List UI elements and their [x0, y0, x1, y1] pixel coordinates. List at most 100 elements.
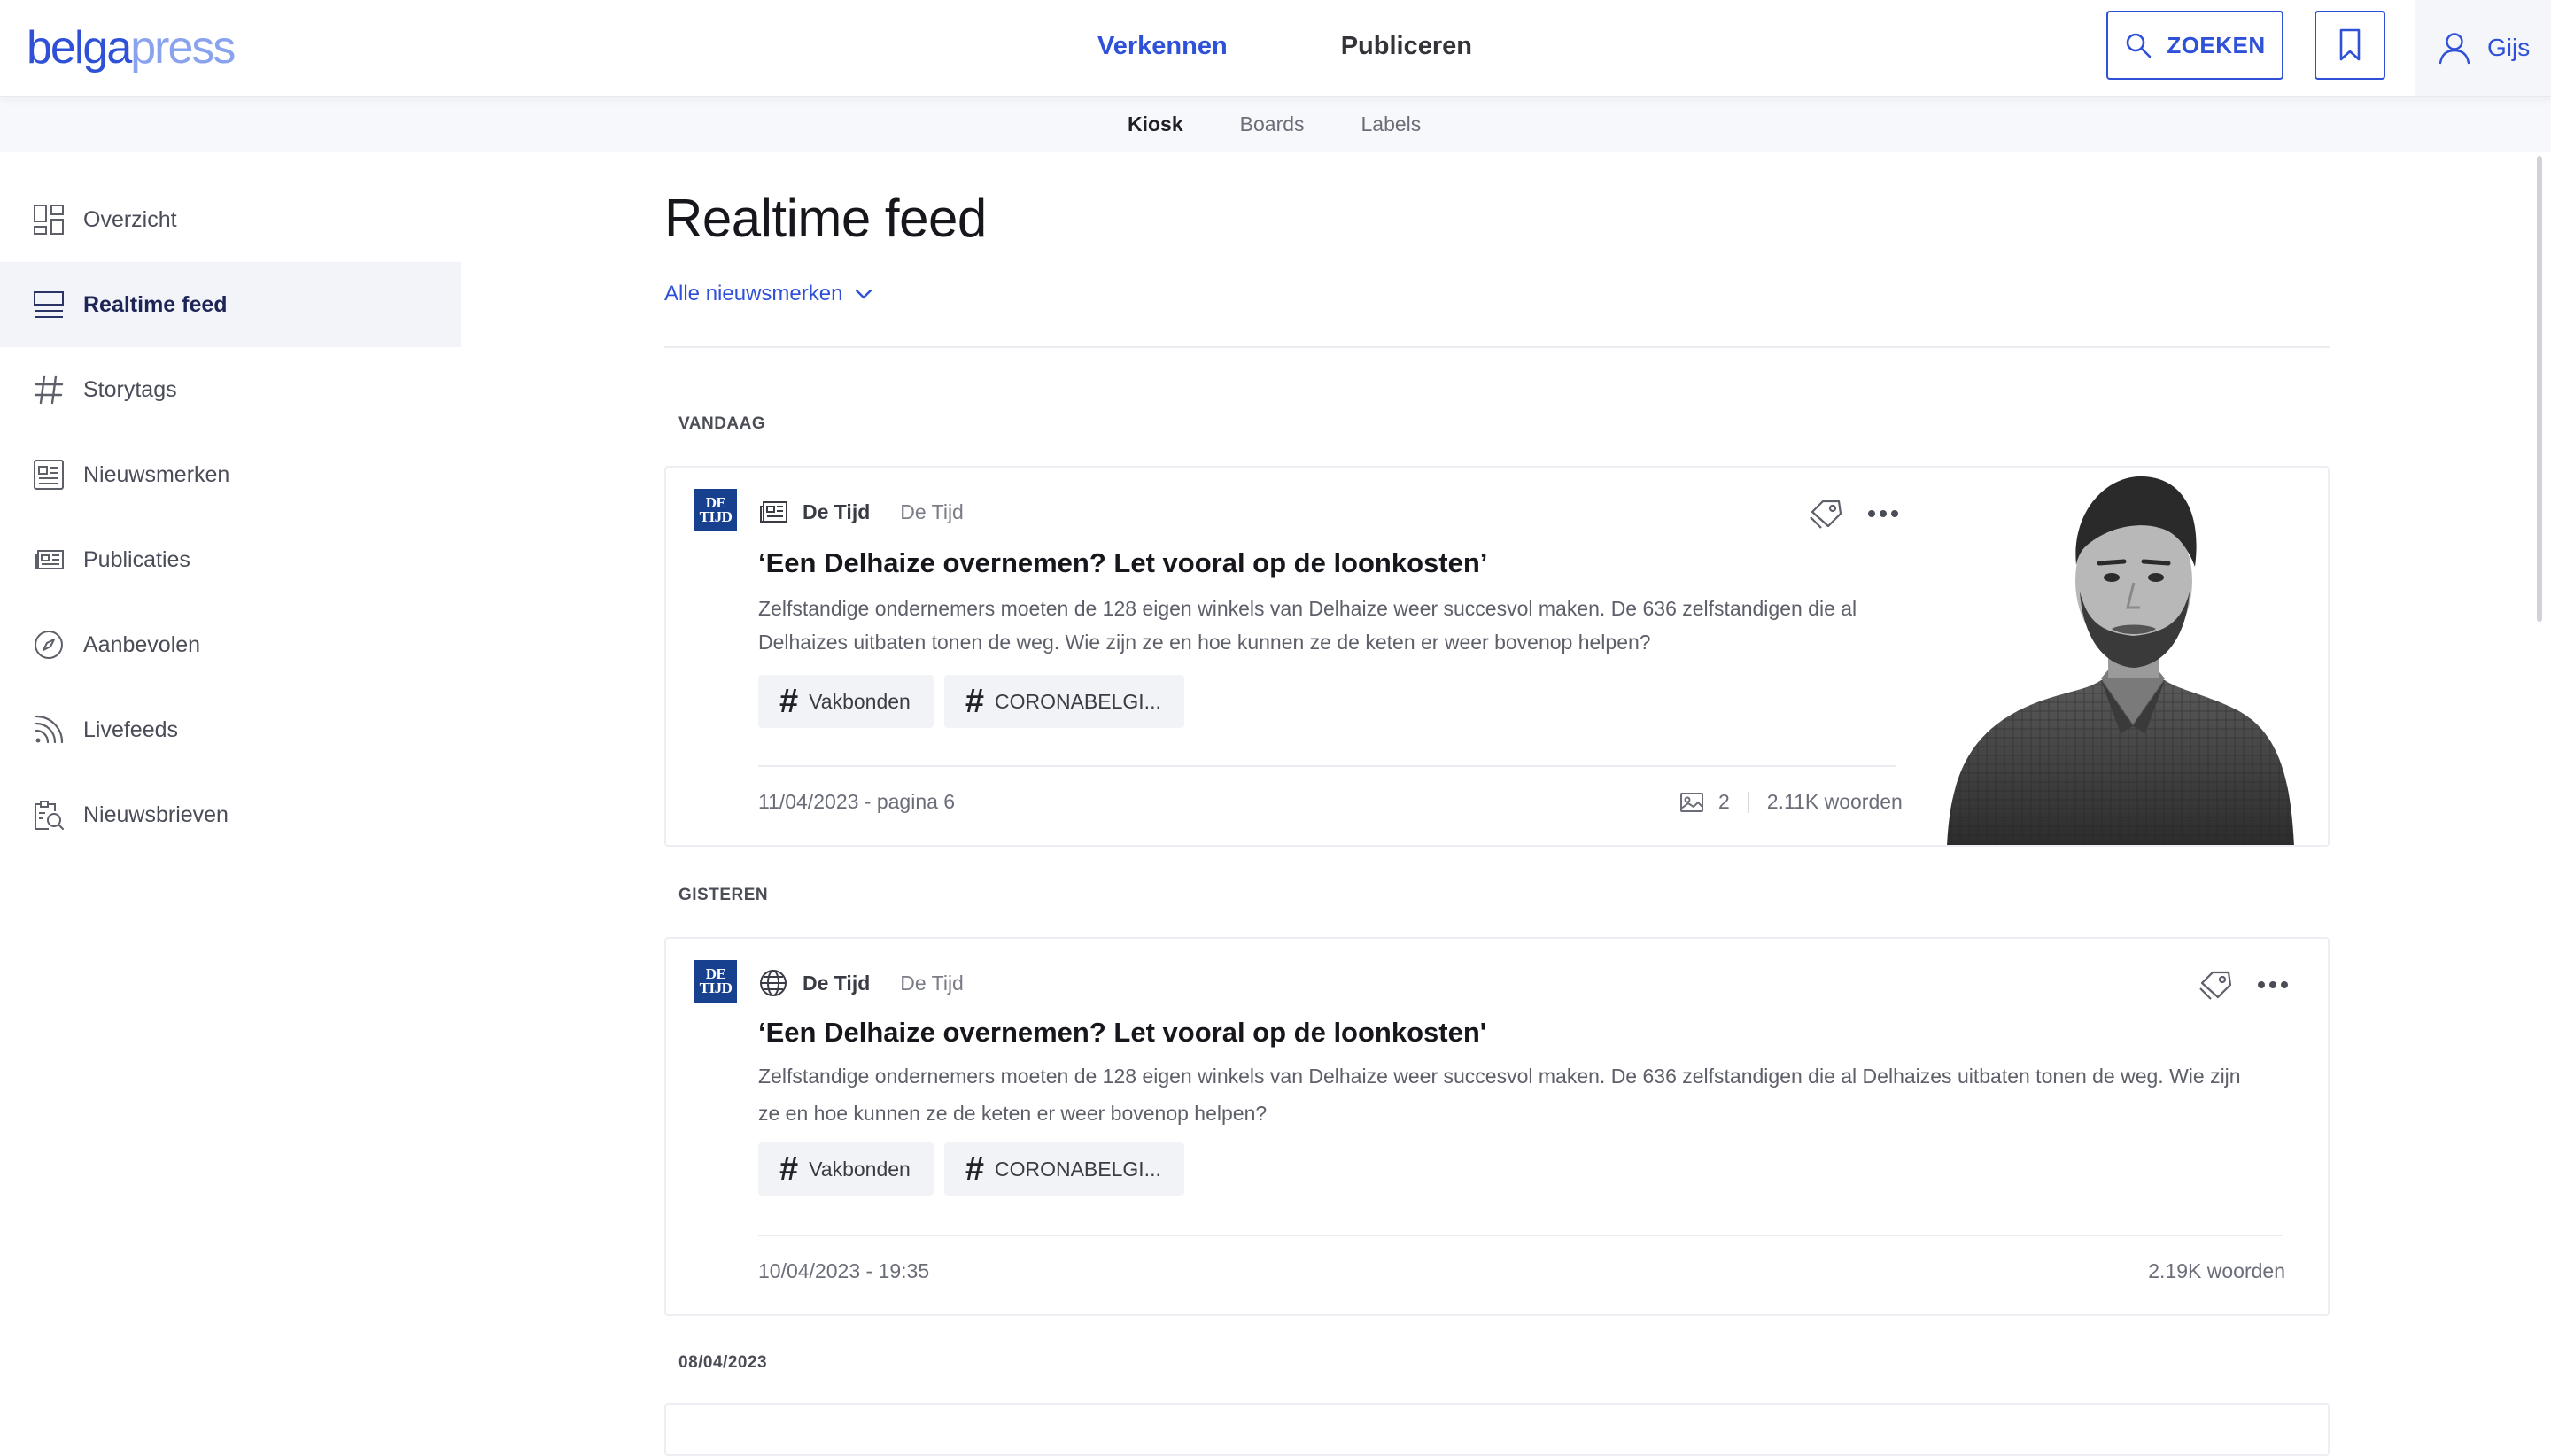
card-divider — [758, 765, 1896, 767]
publication-name[interactable]: De Tijd — [900, 500, 964, 524]
sidebar-item-publicaties[interactable]: Publicaties — [0, 517, 461, 602]
storytag-label: CORONABELGI... — [994, 689, 1161, 713]
logo-part-belga: belga — [27, 22, 132, 74]
storytag-list: # Vakbonden # CORONABELGI... — [758, 675, 1184, 728]
newspaper-icon — [758, 497, 788, 527]
article-date: 11/04/2023 - pagina 6 — [758, 790, 956, 813]
article-meta: De Tijd De Tijd — [758, 494, 964, 530]
header-divider — [664, 346, 2330, 348]
brand-name[interactable]: De Tijd — [803, 500, 870, 524]
hashtag-icon — [32, 373, 66, 407]
article-card[interactable]: DE TIJD De Tijd De Tijd ‘Een Delhaize ov… — [664, 937, 2330, 1316]
article-card[interactable] — [664, 1403, 2330, 1456]
description-line: Zelfstandige ondernemers moeten de 128 e… — [758, 597, 1857, 620]
storytag-chip[interactable]: # CORONABELGI... — [943, 1142, 1184, 1196]
sidebar-item-storytags[interactable]: Storytags — [0, 347, 461, 432]
feed-icon — [32, 288, 66, 321]
tag-label-icon[interactable] — [2198, 969, 2234, 1001]
article-stats: 2 2.11K woorden — [1679, 790, 1903, 814]
sidebar-item-label: Aanbevolen — [83, 631, 201, 657]
stats-separator — [1747, 791, 1749, 813]
dashboard-icon — [32, 203, 66, 236]
description-line: Zelfstandige ondernemers moeten de 128 e… — [758, 1065, 2241, 1088]
word-count: 2.19K woorden — [2148, 1259, 2285, 1282]
card-actions — [2198, 969, 2289, 1001]
hashtag-icon: # — [965, 1150, 984, 1188]
word-count: 2.11K woorden — [1766, 790, 1903, 813]
sidebar-item-label: Overzicht — [83, 206, 177, 232]
globe-icon — [758, 968, 788, 998]
image-icon — [1679, 792, 1704, 813]
publication-name[interactable]: De Tijd — [900, 972, 964, 995]
sidebar-item-realtime-feed[interactable]: Realtime feed — [0, 262, 461, 347]
page-scrollbar[interactable] — [2537, 156, 2542, 622]
tag-label-icon[interactable] — [1809, 498, 1844, 530]
article-photo[interactable] — [1938, 468, 2328, 845]
brand-filter-dropdown[interactable]: Alle nieuwsmerken — [664, 282, 872, 306]
belgapress-logo[interactable]: belgapress — [27, 21, 236, 74]
chevron-down-icon — [855, 288, 872, 300]
sidebar-item-aanbevolen[interactable]: Aanbevolen — [0, 602, 461, 687]
tab-labels[interactable]: Labels — [1361, 112, 1422, 136]
page-title: Realtime feed — [664, 189, 987, 248]
search-button[interactable]: ZOEKEN — [2106, 11, 2283, 80]
de-tijd-logo: DE TIJD — [694, 960, 737, 1003]
publication-icon — [32, 543, 66, 577]
logo-text-line2: TIJD — [699, 508, 733, 525]
newspaper-brand-icon — [32, 458, 66, 492]
group-label-yesterday: GISTEREN — [678, 886, 769, 904]
bookmark-button[interactable] — [2315, 11, 2385, 80]
article-meta: De Tijd De Tijd — [758, 965, 964, 1001]
logo-text-line2: TIJD — [699, 980, 733, 996]
sidebar-item-label: Nieuwsmerken — [83, 461, 230, 487]
article-title[interactable]: ‘Een Delhaize overnemen? Let vooral op d… — [758, 547, 1487, 579]
group-label-today: VANDAAG — [678, 414, 766, 433]
storytag-chip[interactable]: # Vakbonden — [758, 1142, 934, 1196]
more-options-icon[interactable] — [2257, 980, 2289, 989]
sidebar: Overzicht Realtime feed Storytags Nieuws… — [0, 177, 461, 857]
article-title[interactable]: ‘Een Delhaize overnemen? Let vooral op d… — [758, 1017, 1486, 1049]
tab-boards[interactable]: Boards — [1240, 112, 1305, 136]
nav-verkennen[interactable]: Verkennen — [1097, 27, 1228, 66]
sidebar-item-label: Publicaties — [83, 546, 190, 572]
de-tijd-logo: DE TIJD — [694, 489, 737, 531]
top-bar: belgapress Verkennen Publiceren ZOEKEN G… — [0, 0, 2551, 96]
card-actions — [1809, 498, 1899, 530]
bookmark-icon — [2338, 28, 2361, 62]
article-description: Zelfstandige ondernemers moeten de 128 e… — [758, 1057, 2241, 1132]
article-card[interactable]: DE TIJD De Tijd De Tijd ‘Een Delhaize ov… — [664, 466, 2330, 847]
sidebar-item-nieuwsbrieven[interactable]: Nieuwsbrieven — [0, 772, 461, 857]
sub-nav-items: Kiosk Boards Labels — [0, 96, 2551, 152]
main-nav: Verkennen Publiceren — [1097, 27, 1472, 66]
rss-icon — [32, 713, 66, 747]
article-stats: 2.19K woorden — [2148, 1259, 2285, 1283]
user-name: Gijs — [2487, 34, 2531, 61]
storytag-label: CORONABELGI... — [994, 1157, 1161, 1181]
sidebar-item-label: Realtime feed — [83, 291, 228, 317]
description-line: Delhaizes uitbaten tonen de weg. Wie zij… — [758, 631, 1651, 654]
logo-part-press: press — [130, 22, 236, 74]
compass-icon — [32, 628, 66, 662]
article-description: Zelfstandige ondernemers moeten de 128 e… — [758, 592, 1857, 659]
tab-kiosk[interactable]: Kiosk — [1128, 112, 1183, 136]
user-menu[interactable]: Gijs — [2415, 0, 2551, 96]
search-icon — [2124, 31, 2152, 59]
storytag-chip[interactable]: # Vakbonden — [758, 675, 934, 728]
brand-name[interactable]: De Tijd — [803, 972, 870, 995]
more-options-icon[interactable] — [1867, 509, 1899, 518]
sidebar-item-label: Storytags — [83, 376, 177, 402]
storytag-chip[interactable]: # CORONABELGI... — [943, 675, 1184, 728]
sidebar-item-label: Livefeeds — [83, 716, 179, 742]
nav-publiceren[interactable]: Publiceren — [1341, 27, 1472, 66]
group-label-date: 08/04/2023 — [678, 1353, 768, 1372]
storytag-label: Vakbonden — [809, 1157, 911, 1181]
storytag-label: Vakbonden — [809, 689, 911, 713]
card-divider — [758, 1235, 2283, 1236]
article-date: 10/04/2023 - 19:35 — [758, 1259, 930, 1282]
image-count: 2 — [1718, 790, 1730, 813]
sidebar-item-overzicht[interactable]: Overzicht — [0, 177, 461, 262]
hashtag-icon: # — [779, 683, 799, 720]
storytag-list: # Vakbonden # CORONABELGI... — [758, 1142, 1184, 1196]
sidebar-item-nieuwsmerken[interactable]: Nieuwsmerken — [0, 432, 461, 517]
sidebar-item-livefeeds[interactable]: Livefeeds — [0, 687, 461, 772]
